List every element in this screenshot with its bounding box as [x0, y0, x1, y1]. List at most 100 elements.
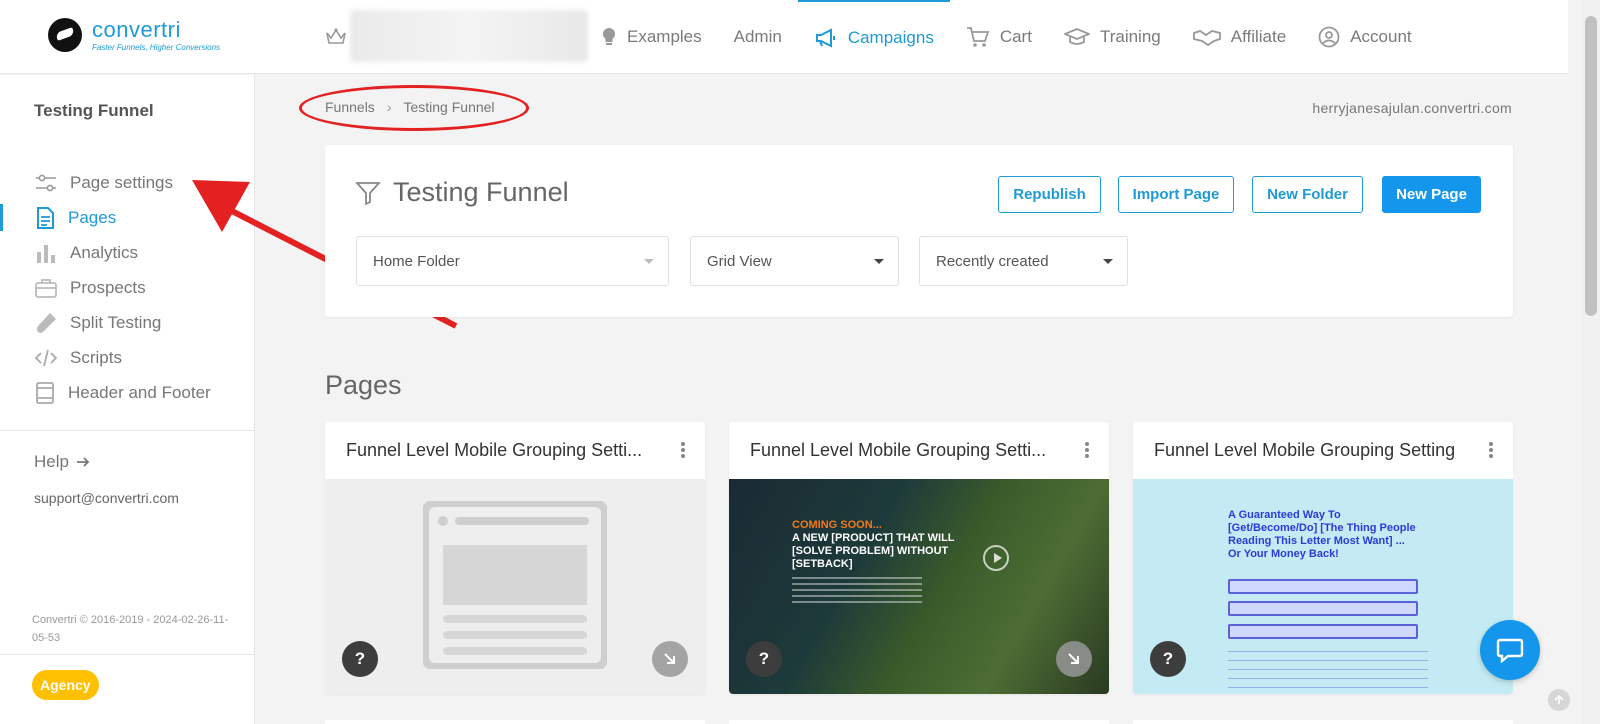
folder-select-value: Home Folder — [373, 252, 460, 270]
brand-tagline: Faster Funnels, Higher Conversions — [92, 42, 221, 52]
chevron-down-icon — [1103, 259, 1113, 264]
thumbnail-bullet — [1228, 624, 1418, 639]
blurred-account-name — [350, 10, 588, 62]
arrow-right-icon — [76, 457, 90, 467]
page-card-partial — [729, 720, 1109, 724]
nav-affiliate[interactable]: Affiliate — [1177, 0, 1302, 74]
sidebar-item-label: Page settings — [70, 172, 174, 192]
page-thumbnail-coming-soon: COMING SOON... A NEW [PRODUCT] THAT WILL… — [729, 479, 1109, 694]
thumbnail-headline: A Guaranteed Way To [Get/Become/Do] [The… — [1228, 509, 1416, 560]
sidebar-item-header-footer[interactable]: Header and Footer — [0, 375, 254, 410]
page-title: Testing Funnel — [355, 177, 569, 208]
nav-examples[interactable]: Examples — [585, 0, 718, 74]
annotation-ellipse — [299, 85, 529, 131]
support-email[interactable]: support@convertri.com — [34, 490, 179, 506]
help-question-icon[interactable]: ? — [1150, 641, 1186, 677]
lightbulb-icon — [602, 27, 616, 45]
page-card[interactable]: Funnel Level Mobile Grouping Setting A G… — [1133, 422, 1513, 694]
nav-label: Examples — [627, 27, 702, 46]
page-name: Funnel Level Mobile Grouping Setti... — [750, 439, 1047, 460]
page-placeholder-icon — [423, 501, 607, 669]
convertri-logo[interactable]: convertri Faster Funnels, Higher Convers… — [48, 18, 220, 52]
nav-cart[interactable]: Cart — [950, 0, 1048, 74]
scrollbar[interactable] — [1582, 0, 1600, 724]
nav-label: Affiliate — [1230, 27, 1287, 46]
nav-admin[interactable]: Admin — [718, 0, 798, 74]
sidebar-item-label: Header and Footer — [68, 382, 211, 402]
funnel-header-card: Testing Funnel Republish Import Page New… — [325, 145, 1513, 317]
view-select-value: Grid View — [707, 252, 772, 270]
nav-label: Admin — [733, 27, 782, 46]
user-circle-icon — [1318, 26, 1340, 48]
sliders-icon — [36, 174, 56, 191]
more-options-icon[interactable] — [681, 442, 685, 458]
page-name: Funnel Level Mobile Grouping Setti... — [346, 439, 643, 460]
funnel-name: Testing Funnel — [34, 101, 154, 120]
sidebar-item-label: Analytics — [70, 242, 139, 262]
thumbnail-coming-soon-text: COMING SOON... — [792, 519, 882, 531]
help-question-icon[interactable]: ? — [342, 641, 378, 677]
chat-widget-button[interactable] — [1480, 620, 1540, 680]
play-icon — [983, 545, 1009, 571]
brand-name: convertri — [92, 16, 181, 42]
code-icon — [35, 349, 57, 366]
agency-badge: Agency — [32, 670, 99, 700]
help-question-icon[interactable]: ? — [746, 641, 782, 677]
chevron-down-icon — [644, 259, 654, 264]
sidebar-item-scripts[interactable]: Scripts — [0, 340, 254, 375]
crown-icon — [326, 28, 346, 44]
more-options-icon[interactable] — [1085, 442, 1089, 458]
megaphone-icon — [815, 28, 835, 48]
new-page-button[interactable]: New Page — [1382, 176, 1481, 213]
copyright-text: Convertri © 2016-2019 - 2024-02-26-11-05… — [32, 614, 229, 644]
new-folder-button[interactable]: New Folder — [1252, 176, 1363, 213]
open-page-icon[interactable] — [1056, 641, 1092, 677]
briefcase-icon — [35, 278, 57, 298]
test-tube-icon — [37, 312, 56, 333]
page-card[interactable]: Funnel Level Mobile Grouping Setti... ? — [325, 422, 705, 694]
sidebar-item-label: Pages — [68, 207, 117, 227]
page-card[interactable]: Funnel Level Mobile Grouping Setti... CO… — [729, 422, 1109, 694]
open-page-icon[interactable] — [652, 641, 688, 677]
nav-label: Account — [1350, 27, 1412, 46]
nav-account[interactable]: Account — [1302, 0, 1427, 74]
more-options-icon[interactable] — [1489, 442, 1493, 458]
folder-select[interactable]: Home Folder — [356, 236, 669, 286]
nav-label: Training — [1099, 27, 1161, 46]
sidebar-item-label: Scripts — [70, 347, 122, 367]
thumbnail-headline: COMING SOON... A NEW [PRODUCT] THAT WILL… — [792, 519, 962, 571]
sidebar-item-label: Prospects — [70, 277, 146, 297]
sidebar-divider — [0, 430, 254, 431]
scrollbar-thumb[interactable] — [1585, 16, 1597, 316]
view-select[interactable]: Grid View — [690, 236, 899, 286]
thumbnail-bullet — [1228, 579, 1418, 594]
chat-icon — [1496, 638, 1524, 663]
page-card-partial — [1133, 720, 1513, 724]
top-navbar: convertri Faster Funnels, Higher Convers… — [0, 0, 1568, 74]
sort-select[interactable]: Recently created — [919, 236, 1128, 286]
import-page-button[interactable]: Import Page — [1118, 176, 1234, 213]
thumbnail-product-text: A NEW [PRODUCT] THAT WILL [SOLVE PROBLEM… — [792, 532, 955, 570]
republish-button[interactable]: Republish — [998, 176, 1101, 213]
bar-chart-icon — [37, 244, 55, 263]
page-card-partial — [325, 720, 705, 724]
handshake-icon — [1192, 30, 1221, 47]
scroll-to-top-icon[interactable] — [1548, 689, 1570, 711]
cart-icon — [966, 27, 990, 47]
nav-training[interactable]: Training — [1048, 0, 1177, 74]
help-link[interactable]: Help — [34, 452, 91, 472]
sidebar-item-label: Split Testing — [70, 312, 162, 332]
thumbnail-body-text — [792, 577, 922, 603]
graduation-cap-icon — [1063, 28, 1090, 45]
nav-label: Campaigns — [847, 28, 934, 47]
site-domain[interactable]: herryjanesajulan.convertri.com — [1312, 100, 1512, 116]
help-label: Help — [34, 452, 69, 471]
funnel-title: Testing Funnel — [393, 177, 569, 207]
nav-label: Cart — [999, 27, 1032, 46]
page-name: Funnel Level Mobile Grouping Setting — [1154, 439, 1456, 460]
logo-icon — [48, 18, 82, 52]
page-thumbnail-sales-letter: A Guaranteed Way To [Get/Become/Do] [The… — [1133, 479, 1513, 694]
funnel-icon — [355, 181, 381, 205]
thumbnail-bullet — [1228, 601, 1418, 616]
nav-campaigns[interactable]: Campaigns — [797, 0, 950, 74]
